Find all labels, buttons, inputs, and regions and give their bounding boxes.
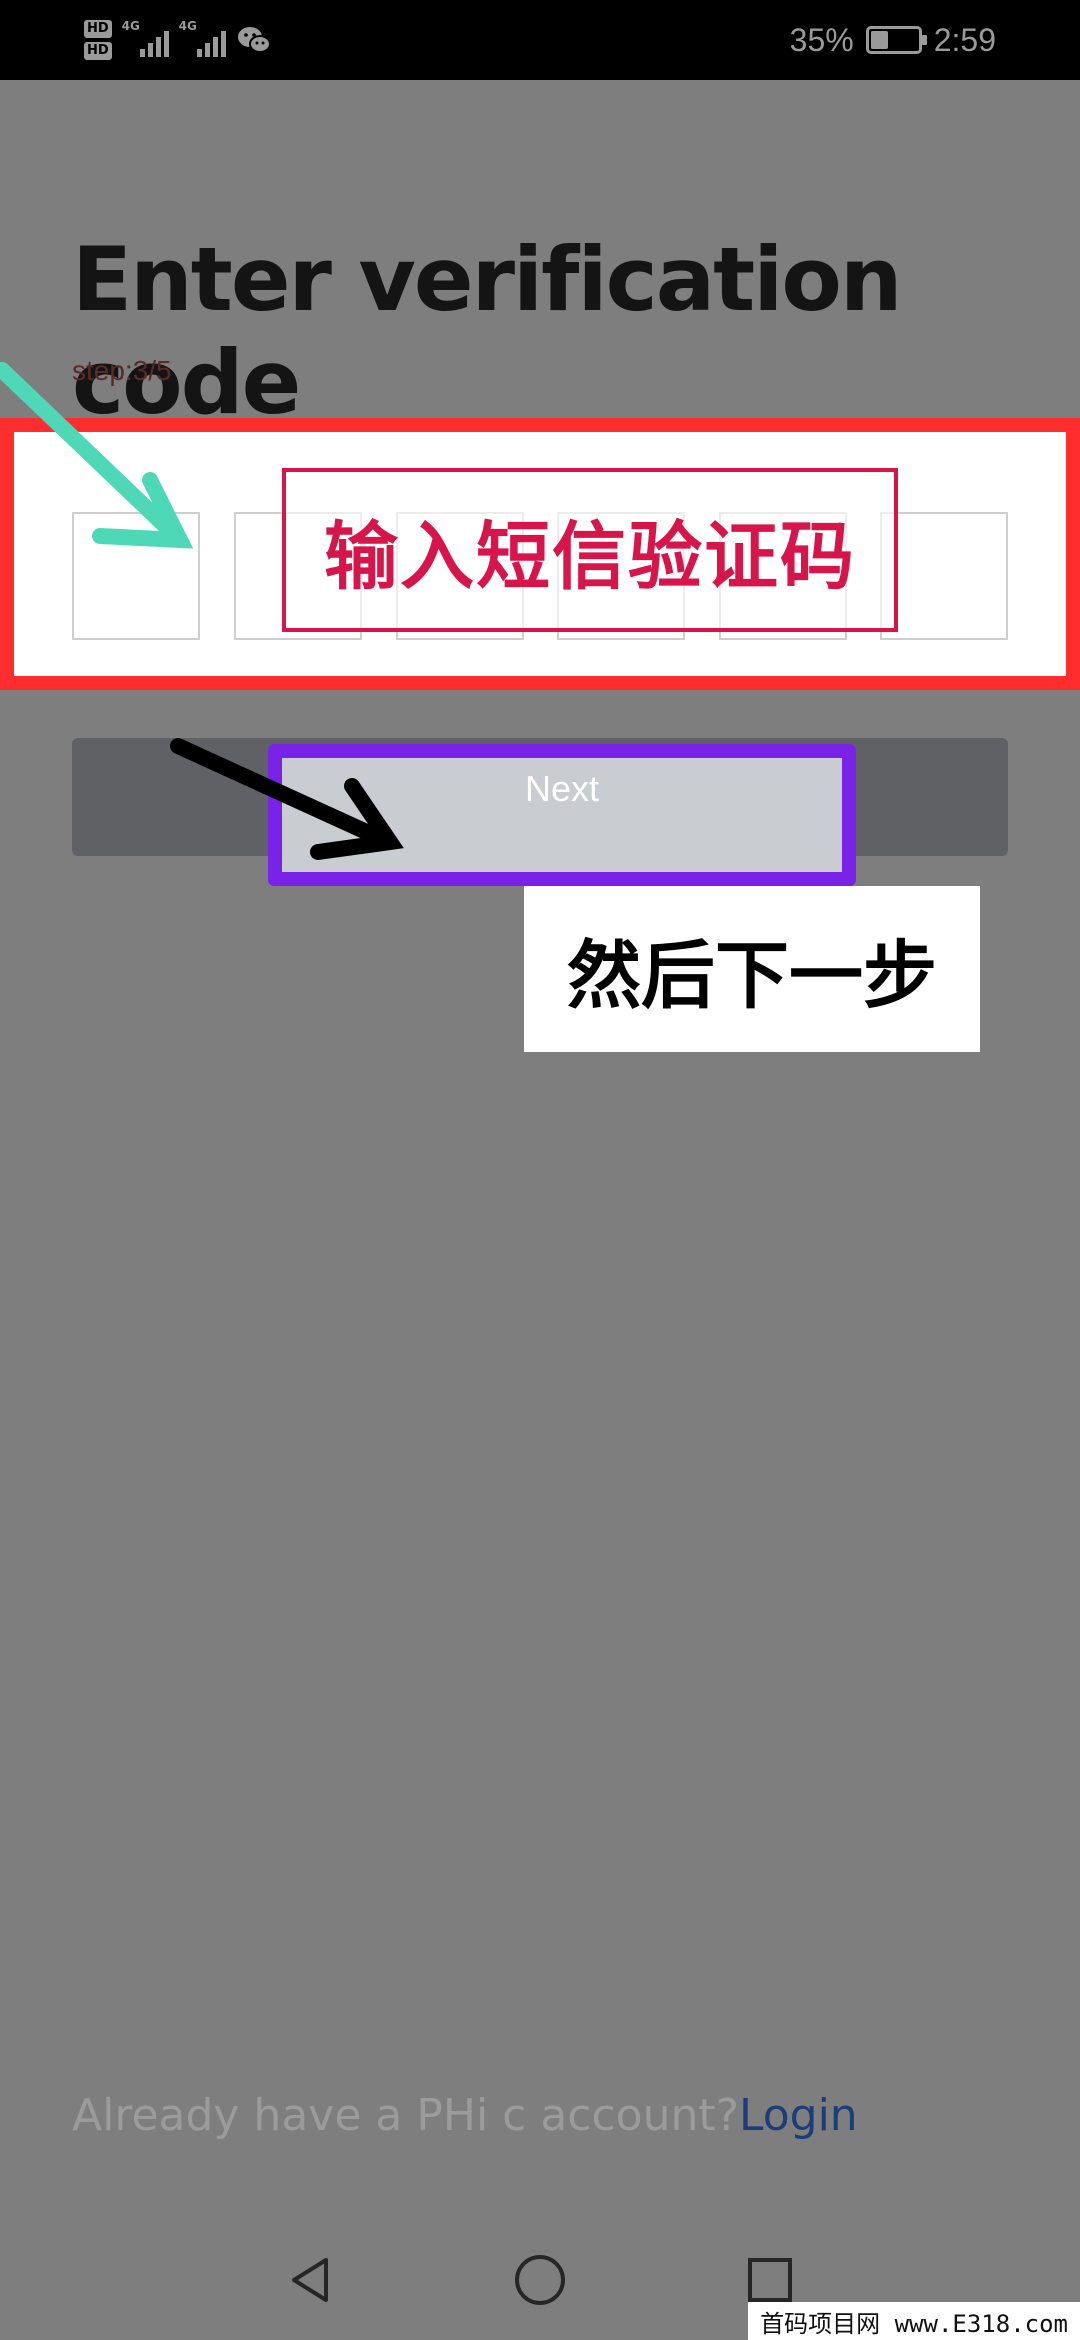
- hd-badges: HD HD: [84, 20, 112, 60]
- next-button[interactable]: Next: [268, 744, 856, 886]
- login-link[interactable]: Login: [739, 2090, 858, 2141]
- battery-icon: [865, 26, 927, 54]
- step-indicator: step:3/5: [72, 355, 172, 386]
- enter-sms-code-annotation-text: 输入短信验证码: [324, 513, 856, 600]
- status-left: HD HD 4G 4G: [84, 10, 272, 70]
- enter-sms-code-annotation: 输入短信验证码: [282, 468, 898, 632]
- next-step-annotation: 然后下一步: [524, 886, 980, 1052]
- clock: 2:59: [933, 21, 996, 58]
- home-icon: [515, 2255, 565, 2305]
- recents-icon: [748, 2258, 792, 2302]
- next-step-annotation-text: 然后下一步: [567, 932, 937, 1019]
- battery-percent: 35%: [789, 21, 854, 58]
- network-type-2: 4G: [178, 19, 197, 33]
- login-question: Already have a PHi c account?: [72, 2090, 739, 2141]
- verification-code-panel: 输入短信验证码: [0, 418, 1080, 690]
- network-type-1: 4G: [121, 19, 140, 33]
- hd-badge-1: HD: [84, 20, 112, 38]
- page-title: Enter verification code: [72, 228, 903, 434]
- code-digit-6[interactable]: [880, 512, 1008, 640]
- status-bar: HD HD 4G 4G 35% 2:59: [0, 0, 1080, 80]
- back-button[interactable]: [270, 2240, 350, 2320]
- status-right: 35% 2:59: [790, 0, 996, 80]
- battery-fill: [870, 31, 889, 49]
- wechat-icon: [237, 27, 271, 53]
- code-digit-1[interactable]: [72, 512, 200, 640]
- back-icon: [292, 2258, 328, 2302]
- home-button[interactable]: [500, 2240, 580, 2320]
- hd-badge-2: HD: [84, 42, 112, 60]
- login-prompt: Already have a PHi c account?Login: [72, 2090, 858, 2141]
- signal-icon: 4G: [179, 19, 226, 57]
- watermark: 首码项目网 www.E318.com: [748, 2302, 1080, 2340]
- signal-icon: 4G: [122, 19, 169, 57]
- screen: HD HD 4G 4G 35% 2:59 Enter verification …: [0, 0, 1080, 2340]
